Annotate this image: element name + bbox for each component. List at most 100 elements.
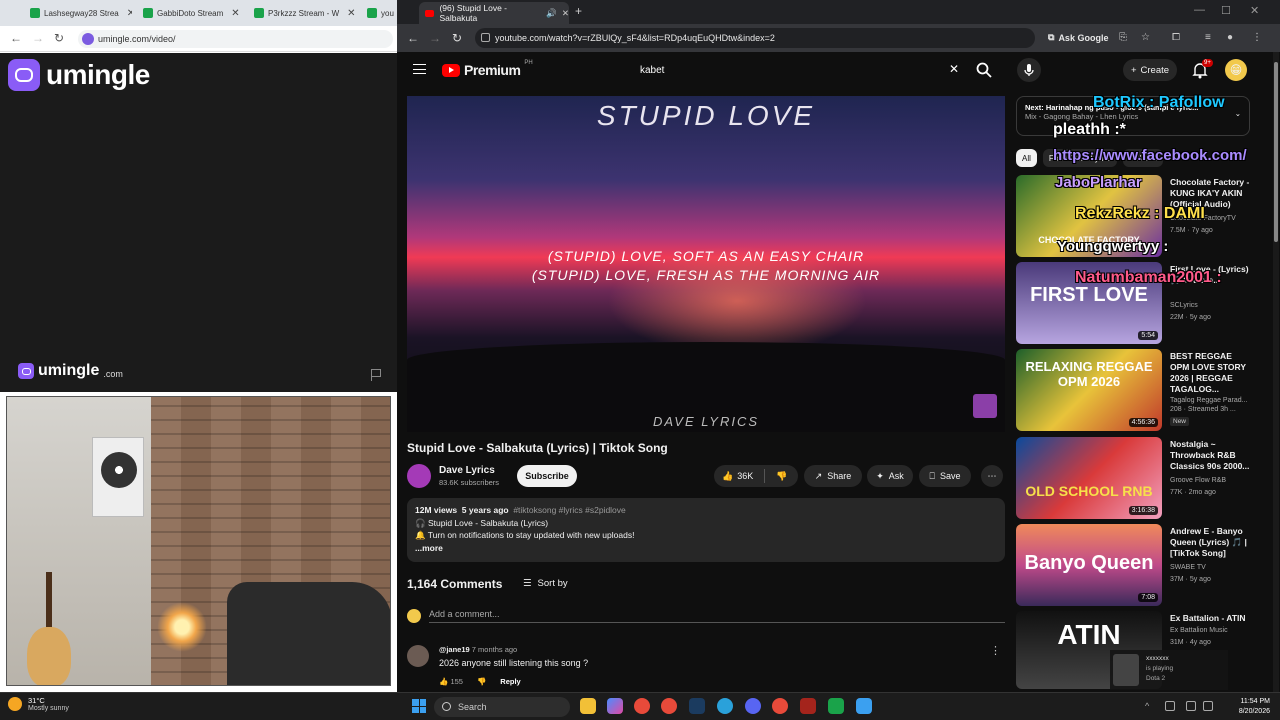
tray-app-icon[interactable] [1165,701,1175,711]
recommendation-item[interactable]: OLD SCHOOL RNB 3:16:38 Nostalgia ~ Throw… [1016,437,1256,519]
create-button[interactable]: + Create [1123,59,1177,81]
dota-icon[interactable] [800,698,816,714]
maximize-icon[interactable]: ☐ [1221,4,1231,17]
close-icon[interactable]: ✕ [231,8,239,19]
left-tab-2[interactable]: GabbiDoto Stream ✕ [143,3,243,23]
ask-button[interactable]: ✦ Ask [867,465,913,487]
channel-avatar[interactable] [407,464,431,488]
channel-name[interactable]: Dave Lyrics [439,465,495,476]
minimize-icon[interactable]: — [1194,4,1205,16]
taskbar-clock[interactable]: 11:54 PM 8/20/2026 [1218,697,1270,717]
close-icon[interactable]: ✕ [127,8,132,19]
more-actions-button[interactable]: ⋯ [981,465,1003,487]
chevron-down-icon[interactable]: ⌄ [1235,109,1241,118]
copilot-icon[interactable] [607,698,623,714]
thumbs-down-icon: 👎 [776,470,788,481]
description-box[interactable]: 12M views 5 years ago #tiktoksong #lyric… [407,498,1005,562]
search-input[interactable]: kabet [632,58,992,82]
media-icon[interactable]: ≡ [1205,32,1211,43]
bookmark-star-icon[interactable]: ☆ [1141,32,1150,43]
sort-comments-button[interactable]: ☰ Sort by [523,578,568,589]
notepad-icon[interactable] [856,698,872,714]
profile-icon[interactable]: ● [1227,32,1233,43]
forward-icon[interactable]: → [32,31,44,45]
page-scrollbar[interactable] [1273,52,1279,692]
chrome-icon[interactable] [634,698,650,714]
comment-menu-icon[interactable]: ⋮ [990,644,1001,657]
cast-icon[interactable]: ⎘ [1119,32,1127,43]
app-icon[interactable] [828,698,844,714]
umingle-stranger-video: umingle umingle .com [0,53,397,392]
left-tab-1[interactable]: Lashsegway28 Strea ✕ [30,3,132,23]
search-icon[interactable] [975,61,993,79]
voice-search-button[interactable] [1017,58,1041,82]
back-icon[interactable]: ← [407,31,419,45]
close-icon[interactable]: ✕ [347,8,355,19]
reply-button[interactable]: Reply [500,677,520,686]
close-icon[interactable]: ✕ [562,8,569,19]
left-url-field[interactable]: umingle.com/video/ [78,30,393,48]
share-button[interactable]: ↗ Share [804,465,862,487]
telegram-icon[interactable] [717,698,733,714]
comment-author-avatar[interactable] [407,645,429,667]
reload-icon[interactable]: ↻ [452,31,462,45]
video-thumbnail[interactable]: Banyo Queen 7:08 [1016,524,1162,606]
recommendation-item[interactable]: RELAXING REGGAE OPM 2026 4:56:36 BEST RE… [1016,349,1256,431]
back-icon[interactable]: ← [10,31,22,45]
weather-widget[interactable]: 31°C Mostly sunny [8,696,69,712]
chrome-icon[interactable] [772,698,788,714]
youtube-tab[interactable]: (96) Stupid Love - Salbakuta 🔊 ✕ [419,2,569,24]
right-url-field[interactable]: youtube.com/watch?v=rZBUlQy_sF4&list=RDp… [475,28,1035,48]
ask-google-button[interactable]: ⧉ Ask Google [1048,32,1108,43]
chevron-up-icon[interactable]: ^ [1145,701,1155,711]
account-avatar[interactable]: 😁 [1225,59,1247,81]
clear-search-icon[interactable]: ✕ [949,62,959,76]
chat-message: pleathh :* [1053,121,1126,138]
sparkle-icon: ✦ [876,470,884,481]
left-tab-4[interactable]: you [367,3,397,23]
video-thumbnail[interactable]: RELAXING REGGAE OPM 2026 4:56:36 [1016,349,1162,431]
subscriber-count: 83.6K subscribers [439,478,500,487]
channel-watermark-icon[interactable] [973,394,997,418]
report-flag-icon[interactable] [371,369,381,381]
volume-icon[interactable] [1203,701,1213,711]
add-comment-input[interactable]: Add a comment... [429,609,1005,623]
extensions-icon[interactable]: ⧠ [1172,32,1180,43]
youtube-header: Premium PH kabet ✕ + Create 9+ 😁 [397,52,1280,90]
wifi-icon[interactable] [1186,701,1196,711]
save-button[interactable]: ⎕ Save [919,465,971,487]
forward-icon[interactable]: → [429,31,441,45]
menu-icon[interactable]: ⋮ [1252,32,1262,43]
site-info-icon[interactable] [481,33,490,42]
file-explorer-icon[interactable] [580,698,596,714]
like-button[interactable]: 👍 36K [722,471,753,482]
comment-like-button[interactable]: 👍 155 [439,677,463,686]
comment-dislike-button[interactable]: 👎 [477,677,486,686]
video-thumbnail[interactable]: OLD SCHOOL RNB 3:16:38 [1016,437,1162,519]
comment-header: @jane19 7 months ago [439,645,518,654]
subscribe-button[interactable]: Subscribe [517,465,577,487]
chrome-icon[interactable] [661,698,677,714]
show-more-link[interactable]: ...more [415,542,997,555]
windows-start-icon[interactable] [412,699,426,713]
comment-actions: 👍 155 👎 Reply [439,677,521,686]
chat-message: JaboPlarhar [1055,174,1142,191]
recommendation-item[interactable]: Banyo Queen 7:08 Andrew E - Banyo Queen … [1016,524,1256,606]
youtube-premium-logo[interactable]: Premium PH [442,60,533,78]
sort-icon: ☰ [523,578,532,589]
taskbar-search[interactable]: Search [434,697,570,717]
video-player[interactable]: STUPID LOVE (STUPID) LOVE, SOFT AS AN EA… [407,96,1005,432]
new-tab-icon[interactable]: + [575,4,582,18]
dislike-button[interactable]: 👎 [776,471,787,482]
close-window-icon[interactable]: ✕ [1250,4,1259,17]
now-playing-widget: xxxxxxx is playing Dota 2 [1110,650,1228,690]
speaker-icon[interactable]: 🔊 [546,8,557,19]
guitar [27,572,71,685]
steam-icon[interactable] [689,698,705,714]
discord-icon[interactable] [745,698,761,714]
self-webcam-video [6,396,391,686]
chip-all[interactable]: All [1016,149,1037,167]
left-tab-3[interactable]: P3rkzzz Stream - W ✕ [254,3,356,23]
hamburger-menu-icon[interactable] [413,64,426,74]
reload-icon[interactable]: ↻ [54,31,64,45]
